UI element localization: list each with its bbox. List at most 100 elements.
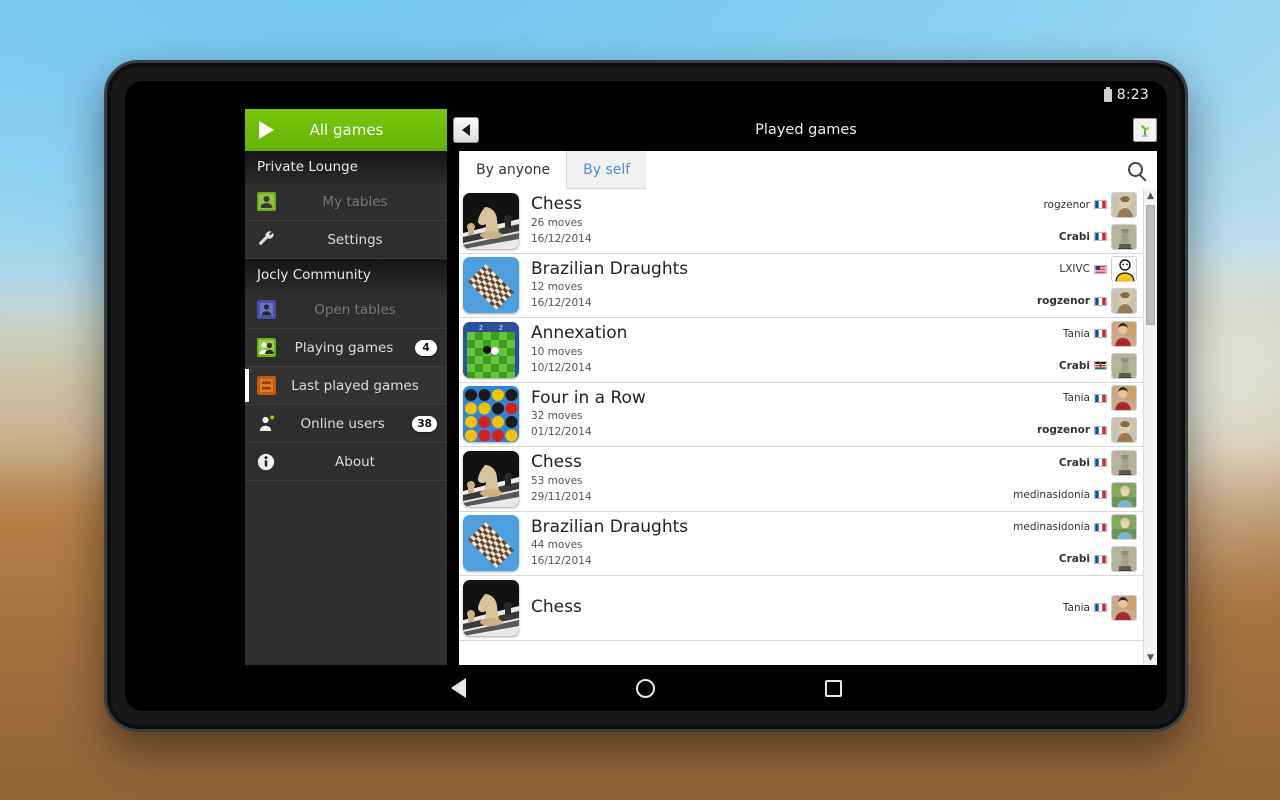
table-row[interactable]: 2 2 Annexation 10 moves 10/12/2014 Tania Cra… <box>459 318 1143 383</box>
scrollbar-thumb[interactable] <box>1146 205 1155 325</box>
player-name: rogzenor <box>1036 424 1090 437</box>
avatar[interactable] <box>1111 191 1137 218</box>
table-row[interactable]: Chess Tania <box>459 576 1143 641</box>
table-row[interactable]: Brazilian Draughts 44 moves 16/12/2014 medi… <box>459 512 1143 576</box>
player-entry[interactable]: Crabi <box>1058 223 1137 250</box>
player-name: Tania <box>1062 392 1090 405</box>
user-table-icon <box>255 191 277 213</box>
sidebar-section-private-lounge: Private Lounge <box>245 151 447 183</box>
avatar[interactable] <box>1111 288 1137 315</box>
flag-icon <box>1094 554 1107 564</box>
sidebar-item-about[interactable]: About <box>245 443 447 481</box>
player-entry[interactable]: rogzenor <box>1036 417 1137 444</box>
sidebar-item-playing-games[interactable]: Playing games 4 <box>245 329 447 367</box>
chevron-down-icon[interactable]: ▼ <box>1144 651 1157 665</box>
status-badge: 38 <box>412 415 437 432</box>
table-row[interactable]: Four in a Row 32 moves 01/12/2014 Tania rog… <box>459 383 1143 447</box>
sidebar-item-label: Open tables <box>314 301 396 318</box>
player-entry[interactable]: medinasidonia <box>1013 514 1137 541</box>
sidebar-item-open-tables[interactable]: Open tables <box>245 291 447 329</box>
avatar[interactable] <box>1111 320 1137 347</box>
avatar[interactable] <box>1111 352 1137 379</box>
player-entry[interactable]: Crabi <box>1059 449 1137 476</box>
player-name: medinasidonia <box>1013 521 1090 534</box>
tab-by-anyone[interactable]: By anyone <box>459 151 568 189</box>
sidebar-item-settings[interactable]: Settings <box>245 221 447 259</box>
android-back-icon[interactable] <box>450 678 466 698</box>
player-entry[interactable]: medinasidonia <box>1013 481 1137 508</box>
back-chevron-icon <box>462 124 470 136</box>
game-info: Brazilian Draughts 12 moves 16/12/2014 <box>531 258 1037 311</box>
plant-button[interactable] <box>1133 118 1157 142</box>
players: Tania rogzenor <box>1036 385 1137 444</box>
table-row[interactable]: Brazilian Draughts 12 moves 16/12/2014 LXIV… <box>459 254 1143 318</box>
wrench-icon <box>255 229 277 251</box>
tab-by-self[interactable]: By self <box>567 151 646 188</box>
avatar[interactable] <box>1111 546 1137 573</box>
table-row[interactable]: Chess 26 moves 16/12/2014 rogzenor Crabi <box>459 189 1143 254</box>
players: medinasidonia Crabi <box>1013 514 1137 573</box>
sidebar-item-my-tables[interactable]: My tables <box>245 183 447 221</box>
player-entry[interactable]: Crabi <box>1059 546 1137 573</box>
search-icon[interactable] <box>1128 162 1143 177</box>
status-clock: 8:23 <box>1116 87 1149 103</box>
sidebar-item-label: Online users <box>300 415 385 432</box>
android-home-icon[interactable] <box>635 678 655 698</box>
game-name: Brazilian Draughts <box>531 258 689 279</box>
game-moves: 32 moves <box>531 410 583 423</box>
scrollbar[interactable]: ▲ ▼ <box>1143 189 1157 665</box>
content-panel: By anyone By self Chess 26 moves 16/12/20 <box>459 151 1157 665</box>
player-entry[interactable]: Tania <box>1062 385 1137 412</box>
avatar[interactable] <box>1111 514 1137 541</box>
play-icon <box>259 121 274 139</box>
player-entry[interactable]: rogzenor <box>1043 191 1137 218</box>
flag-icon <box>1094 393 1107 403</box>
avatar[interactable] <box>1111 449 1137 476</box>
chess-thumb <box>463 579 519 636</box>
avatar[interactable] <box>1111 594 1137 621</box>
games-list-container: Chess 26 moves 16/12/2014 rogzenor Crabi Br… <box>459 189 1157 665</box>
sidebar-item-label: My tables <box>322 193 388 210</box>
sidebar: All games Private Lounge My tables Setti… <box>245 109 447 665</box>
draughts-thumb <box>463 257 519 314</box>
avatar[interactable] <box>1111 481 1137 508</box>
game-info: Brazilian Draughts 44 moves 16/12/2014 <box>531 517 1013 569</box>
sidebar-item-last-played-games[interactable]: Last played games <box>245 367 447 405</box>
status-bar: 8:23 <box>125 81 1167 109</box>
avatar[interactable] <box>1111 385 1137 412</box>
svg-text:2: 2 <box>499 325 503 332</box>
title-bar: Played games <box>447 109 1167 151</box>
avatar[interactable] <box>1111 417 1137 444</box>
flag-icon <box>1094 361 1107 371</box>
player-entry[interactable]: LXIVC <box>1059 256 1137 283</box>
android-recents-icon[interactable] <box>824 679 842 697</box>
players: rogzenor Crabi <box>1043 191 1137 250</box>
history-icon <box>255 375 277 397</box>
avatar[interactable] <box>1111 256 1137 283</box>
game-info: Annexation 10 moves 10/12/2014 <box>531 324 1059 375</box>
player-entry[interactable]: rogzenor <box>1037 288 1137 315</box>
player-name: Crabi <box>1058 230 1090 243</box>
flag-icon <box>1094 522 1107 532</box>
sidebar-item-label: About <box>335 453 375 470</box>
game-date: 16/12/2014 <box>531 297 592 310</box>
game-date: 01/12/2014 <box>531 426 592 439</box>
player-entry[interactable]: Tania <box>1063 320 1137 347</box>
player-entry[interactable]: Tania <box>1063 594 1137 621</box>
chess-thumb <box>463 450 519 507</box>
chevron-up-icon[interactable]: ▲ <box>1144 189 1157 203</box>
player-name: rogzenor <box>1043 198 1090 211</box>
back-button[interactable] <box>453 117 479 143</box>
players: Crabi medinasidonia <box>1013 449 1137 508</box>
player-name: medinasidonia <box>1013 488 1090 501</box>
info-icon <box>255 451 277 473</box>
sidebar-item-all-games[interactable]: All games <box>245 109 447 151</box>
game-moves: 26 moves <box>531 216 583 229</box>
sidebar-item-label: All games <box>309 121 384 139</box>
player-entry[interactable]: Crabi <box>1059 352 1137 379</box>
table-row[interactable]: Chess 53 moves 29/11/2014 Crabi medinasidon… <box>459 447 1143 512</box>
flag-icon <box>1094 232 1107 242</box>
avatar[interactable] <box>1111 223 1137 250</box>
game-date: 29/11/2014 <box>531 490 592 503</box>
sidebar-item-online-users[interactable]: Online users 38 <box>245 405 447 443</box>
